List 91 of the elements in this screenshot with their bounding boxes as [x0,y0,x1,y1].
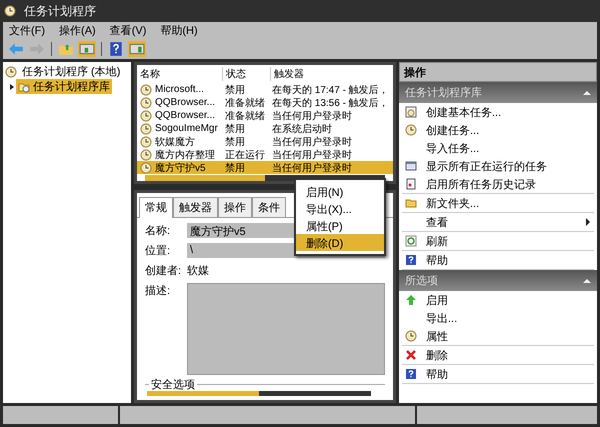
column-header[interactable]: 状态 [223,67,271,81]
panel-icon[interactable] [78,41,96,57]
menu-item[interactable]: 查看(V) [110,23,146,38]
table-cell-text: 禁用 [224,162,246,174]
table-cell: QQBrowser... [137,110,222,122]
action-item[interactable]: 创建基本任务... [402,103,594,121]
table-cell: SogouImeMgr [137,122,222,134]
window-list-icon [405,160,417,172]
action-item[interactable]: 启用所有任务历史记录 [402,175,594,193]
action-item[interactable]: 启用 [402,291,594,309]
tree-item[interactable]: 任务计划程序 (本地) [20,64,122,79]
menu-item[interactable]: 操作(A) [59,23,96,38]
task-row[interactable]: QQBrowser... 准备就绪 在每天的 13:56 - 触发后， [137,96,393,109]
clock-icon [405,124,417,136]
description-field[interactable] [187,283,385,375]
table-cell-text: 当任何用户登录时 [271,136,353,148]
action-item[interactable]: 新文件夹... [402,194,594,212]
field-value: 软媒 [187,264,209,278]
action-item[interactable]: 删除 [402,346,594,364]
task-row[interactable]: 魔方内存整理 正在运行 当任何用户登录时 [137,148,393,161]
table-cell: QQBrowser... [137,96,222,108]
refresh-icon [405,235,417,247]
menu-item[interactable]: 导出(X)... [296,200,384,217]
table-cell-text: 在每天的 17:47 - 触发后， [271,84,390,96]
action-item[interactable]: 属性 [402,327,594,345]
document-icon [405,178,417,190]
section-header[interactable]: 所选项 [399,270,597,291]
folder-clock-icon [18,80,30,92]
clock-icon [405,330,417,342]
field-label: 位置: [145,244,172,258]
clock-icon [140,136,152,148]
clock-icon [140,148,152,160]
table-cell-text: 禁用 [224,84,246,96]
clock-icon [140,84,152,96]
table-cell-text: 当任何用户登录时 [271,162,353,174]
table-cell: 魔方守护v5 [137,160,222,174]
field-label: 名称: [145,224,172,238]
task-row[interactable]: QQBrowser... 准备就绪 当任何用户登录时 [137,109,393,122]
menu-item[interactable]: 删除(D) [296,234,384,251]
task-row[interactable]: 软媒魔方 禁用 当任何用户登录时 [137,135,393,148]
action-item[interactable]: 创建任务... [402,121,594,139]
action-item[interactable]: 查看 [402,213,594,231]
table-cell-text: 在每天的 13:56 - 触发后， [271,96,390,110]
clock-icon [140,122,152,134]
table-cell-text: 在系统启动时 [271,122,333,136]
section-header[interactable]: 任务计划程序库 [399,82,597,103]
action-item[interactable]: 帮助 [402,365,594,383]
pane-header: 操作 [399,62,597,82]
clock-icon [5,66,17,78]
clock-icon [140,162,152,174]
menu-item[interactable]: 文件(F) [9,23,46,38]
table-cell-text: 禁用 [224,136,246,148]
delete-icon [405,349,417,361]
window-title: 任务计划程序 [24,2,96,20]
tab[interactable]: 常规 [139,197,173,218]
table-cell-text: 当任何用户登录时 [271,110,353,122]
action-item[interactable]: 导出... [402,309,594,327]
table-cell: Microsoft... [137,84,222,96]
panel-icon[interactable] [128,41,146,57]
folder-icon [405,197,417,209]
task-row[interactable]: SogouImeMgr 禁用 在系统启动时 [137,122,393,135]
action-item[interactable]: 帮助 [402,251,594,269]
table-cell-text: 准备就绪 [224,96,266,110]
tab[interactable]: 条件 [252,197,286,217]
action-item[interactable]: 刷新 [402,232,594,250]
field-label: 描述: [145,284,172,299]
column-header[interactable]: 名称 [137,67,223,81]
tab[interactable]: 操作 [218,197,252,217]
tree-item[interactable]: 任务计划程序库 [16,79,112,94]
clock-icon [4,5,16,17]
table-cell: 魔方内存整理 [137,148,222,162]
table-cell-text: 当任何用户登录时 [271,148,353,162]
help-icon [405,368,417,380]
table-cell-text: 禁用 [224,122,246,136]
table-cell-text: 正在运行 [224,148,266,162]
clock-icon [140,110,152,122]
field-label: 创建者: [145,264,182,278]
up-arrow-icon [405,294,417,306]
task-row[interactable]: 魔方守护v5 禁用 当任何用户登录时 [137,161,393,174]
clock-icon [140,96,152,108]
action-item[interactable]: 导入任务... [402,139,594,157]
help-icon [405,254,417,266]
menu-item[interactable]: 启用(N) [296,183,384,200]
table-cell-text: 准备就绪 [224,110,266,122]
menu-item[interactable]: 帮助(H) [160,23,198,38]
table-cell: 软媒魔方 [137,134,222,148]
scrollbar[interactable] [147,391,371,396]
tab[interactable]: 触发器 [173,197,218,217]
action-item[interactable]: 显示所有正在运行的任务 [402,157,594,175]
group-label: 安全选项 [149,379,197,391]
task-row[interactable]: Microsoft... 禁用 在每天的 17:47 - 触发后， [137,83,393,96]
